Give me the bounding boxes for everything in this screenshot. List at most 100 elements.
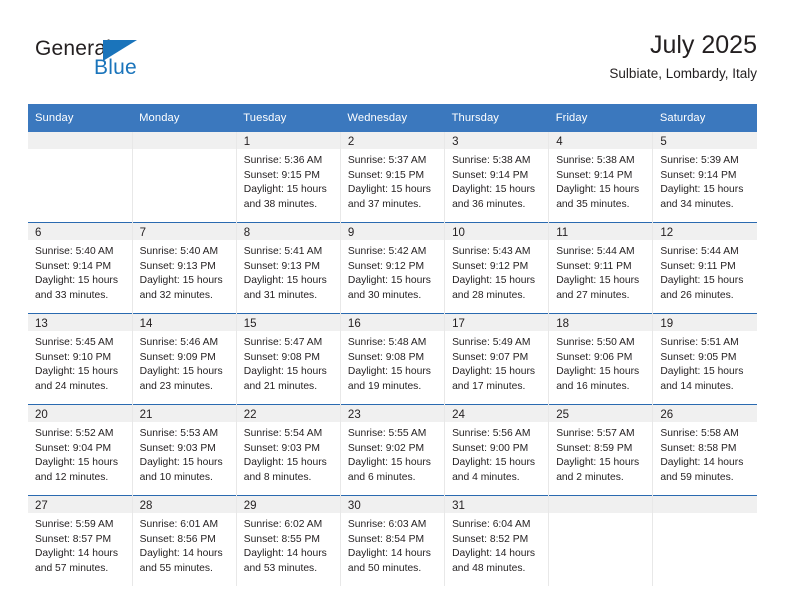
day-number: 29 xyxy=(236,496,340,513)
sunrise-text: Sunrise: 5:50 AM xyxy=(556,337,635,348)
sunset-text: Sunset: 9:02 PM xyxy=(347,442,425,454)
day-number: 25 xyxy=(549,405,653,422)
daylight-text: Daylight: 15 hours xyxy=(660,184,744,196)
daylight-text: Daylight: 15 hours xyxy=(556,275,640,287)
calendar-day-cell[interactable]: 15 Sunrise: 5:47 AM Sunset: 9:08 PM Dayligh… xyxy=(235,313,341,405)
day-number: 9 xyxy=(340,223,445,240)
day-number: 7 xyxy=(132,223,236,240)
sunset-text: Sunset: 8:58 PM xyxy=(660,442,737,454)
daylight-text: Daylight: 15 hours xyxy=(556,184,640,196)
sunrise-text: Sunrise: 6:03 AM xyxy=(347,519,427,530)
sunset-text: Sunset: 9:09 PM xyxy=(139,351,216,363)
calendar-day-cell[interactable]: 6 Sunrise: 5:40 AM Sunset: 9:14 PM Daylight… xyxy=(28,222,133,314)
calendar-day-cell[interactable]: 31 Sunrise: 6:04 AM Sunset: 8:52 PM Dayligh… xyxy=(444,495,550,586)
calendar-day-cell[interactable]: 28 Sunrise: 6:01 AM Sunset: 8:56 PM Dayligh… xyxy=(131,495,237,586)
calendar-day-cell[interactable]: 12 Sunrise: 5:44 AM Sunset: 9:11 PM Dayligh… xyxy=(652,222,757,314)
calendar-day-cell[interactable]: 11 Sunrise: 5:44 AM Sunset: 9:11 PM Dayligh… xyxy=(548,222,654,314)
calendar-day-cell[interactable]: 4 Sunrise: 5:38 AM Sunset: 9:14 PM Daylight… xyxy=(548,132,654,223)
day-number: 28 xyxy=(132,496,236,513)
daylight-text-cont: and 53 minutes. xyxy=(243,562,318,574)
calendar-day-cell[interactable]: 22 Sunrise: 5:54 AM Sunset: 9:03 PM Dayligh… xyxy=(235,404,341,496)
day-details: Sunrise: 5:50 AM Sunset: 9:06 PM Daylight:… xyxy=(549,331,652,394)
calendar-day-cell[interactable]: 24 Sunrise: 5:56 AM Sunset: 9:00 PM Dayligh… xyxy=(444,404,550,496)
calendar-week-row: 27 Sunrise: 5:59 AM Sunset: 8:57 PM Dayligh… xyxy=(28,495,757,586)
logo-word-blue: Blue xyxy=(94,56,137,79)
sunrise-text: Sunrise: 5:53 AM xyxy=(139,428,219,439)
calendar-day-cell[interactable]: 3 Sunrise: 5:38 AM Sunset: 9:14 PM Daylight… xyxy=(444,132,550,223)
day-number: 19 xyxy=(653,314,757,331)
calendar-day-cell[interactable]: 17 Sunrise: 5:49 AM Sunset: 9:07 PM Dayligh… xyxy=(444,313,550,405)
daylight-text-cont: and 2 minutes. xyxy=(556,471,624,483)
calendar-day-cell[interactable]: 19 Sunrise: 5:51 AM Sunset: 9:05 PM Dayligh… xyxy=(652,313,757,405)
calendar-day-cell[interactable]: 29 Sunrise: 6:02 AM Sunset: 8:55 PM Dayligh… xyxy=(235,495,341,586)
day-details: Sunrise: 6:03 AM Sunset: 8:54 PM Daylight:… xyxy=(341,513,444,576)
sunrise-text: Sunrise: 5:57 AM xyxy=(556,428,635,439)
general-blue-logo[interactable]: General Blue xyxy=(35,38,235,88)
daylight-text: Daylight: 14 hours xyxy=(243,548,327,560)
sunset-text: Sunset: 9:07 PM xyxy=(452,351,529,363)
sunrise-text: Sunrise: 5:47 AM xyxy=(243,337,323,348)
daylight-text: Daylight: 15 hours xyxy=(452,366,536,378)
sunrise-text: Sunrise: 5:51 AM xyxy=(660,337,739,348)
daylight-text-cont: and 16 minutes. xyxy=(556,380,630,392)
sunrise-text: Sunrise: 5:42 AM xyxy=(347,246,427,257)
daylight-text-cont: and 27 minutes. xyxy=(556,289,630,301)
daylight-text: Daylight: 15 hours xyxy=(347,366,431,378)
daylight-text-cont: and 55 minutes. xyxy=(139,562,213,574)
day-details: Sunrise: 5:51 AM Sunset: 9:05 PM Daylight:… xyxy=(653,331,757,394)
calendar-day-cell[interactable]: 16 Sunrise: 5:48 AM Sunset: 9:08 PM Dayligh… xyxy=(339,313,446,405)
daylight-text-cont: and 38 minutes. xyxy=(243,198,318,210)
calendar-day-cell[interactable]: 13 Sunrise: 5:45 AM Sunset: 9:10 PM Dayligh… xyxy=(28,313,133,405)
daylight-text: Daylight: 15 hours xyxy=(556,366,640,378)
calendar-day-cell[interactable]: 21 Sunrise: 5:53 AM Sunset: 9:03 PM Dayligh… xyxy=(131,404,237,496)
calendar-day-cell[interactable]: 1 Sunrise: 5:36 AM Sunset: 9:15 PM Daylight… xyxy=(235,132,341,223)
daylight-text-cont: and 31 minutes. xyxy=(243,289,318,301)
daylight-text: Daylight: 14 hours xyxy=(452,548,536,560)
day-number: 31 xyxy=(445,496,549,513)
calendar-day-cell[interactable]: 25 Sunrise: 5:57 AM Sunset: 8:59 PM Dayligh… xyxy=(548,404,654,496)
daylight-text-cont: and 6 minutes. xyxy=(347,471,416,483)
daylight-text: Daylight: 15 hours xyxy=(35,366,118,378)
sunrise-text: Sunrise: 5:55 AM xyxy=(347,428,427,439)
calendar-day-cell[interactable]: 20 Sunrise: 5:52 AM Sunset: 9:04 PM Dayligh… xyxy=(28,404,133,496)
weekday-header-monday: Monday xyxy=(132,104,237,132)
calendar-day-cell[interactable]: 27 Sunrise: 5:59 AM Sunset: 8:57 PM Dayligh… xyxy=(28,495,133,586)
day-number: 21 xyxy=(132,405,236,422)
calendar-day-cell[interactable]: 5 Sunrise: 5:39 AM Sunset: 9:14 PM Daylight… xyxy=(652,132,757,223)
calendar-day-cell[interactable]: 18 Sunrise: 5:50 AM Sunset: 9:06 PM Dayligh… xyxy=(548,313,654,405)
page-subtitle: Sulbiate, Lombardy, Italy xyxy=(609,66,757,81)
page-header: General Blue July 2025 Sulbiate, Lombard… xyxy=(35,30,757,92)
daylight-text-cont: and 12 minutes. xyxy=(35,471,109,483)
day-details: Sunrise: 5:44 AM Sunset: 9:11 PM Daylight:… xyxy=(549,240,652,303)
sunset-text: Sunset: 9:14 PM xyxy=(452,169,529,181)
calendar-day-cell[interactable]: 30 Sunrise: 6:03 AM Sunset: 8:54 PM Dayligh… xyxy=(339,495,446,586)
calendar-day-cell[interactable]: 8 Sunrise: 5:41 AM Sunset: 9:13 PM Daylight… xyxy=(235,222,341,314)
sunrise-text: Sunrise: 5:44 AM xyxy=(660,246,739,257)
sunrise-text: Sunrise: 5:58 AM xyxy=(660,428,739,439)
calendar-week-row: 20 Sunrise: 5:52 AM Sunset: 9:04 PM Dayligh… xyxy=(28,404,757,496)
sunrise-text: Sunrise: 5:38 AM xyxy=(556,155,635,166)
calendar-week-row: 13 Sunrise: 5:45 AM Sunset: 9:10 PM Dayligh… xyxy=(28,313,757,405)
calendar-day-cell[interactable]: 10 Sunrise: 5:43 AM Sunset: 9:12 PM Dayligh… xyxy=(444,222,550,314)
day-number: 17 xyxy=(445,314,549,331)
daylight-text: Daylight: 14 hours xyxy=(660,457,744,469)
calendar-day-cell[interactable]: 9 Sunrise: 5:42 AM Sunset: 9:12 PM Daylight… xyxy=(339,222,446,314)
calendar-day-cell[interactable]: 23 Sunrise: 5:55 AM Sunset: 9:02 PM Dayligh… xyxy=(339,404,446,496)
calendar-day-cell[interactable]: 14 Sunrise: 5:46 AM Sunset: 9:09 PM Dayligh… xyxy=(131,313,237,405)
calendar-day-cell-empty xyxy=(548,495,654,586)
daylight-text-cont: and 8 minutes. xyxy=(243,471,312,483)
daylight-text: Daylight: 15 hours xyxy=(556,457,640,469)
daylight-text-cont: and 19 minutes. xyxy=(347,380,422,392)
sunset-text: Sunset: 9:14 PM xyxy=(556,169,633,181)
daylight-text: Daylight: 15 hours xyxy=(452,457,536,469)
day-details: Sunrise: 6:04 AM Sunset: 8:52 PM Daylight:… xyxy=(445,513,548,576)
sunrise-text: Sunrise: 5:54 AM xyxy=(243,428,323,439)
sunset-text: Sunset: 9:03 PM xyxy=(139,442,216,454)
day-number: 22 xyxy=(236,405,340,422)
calendar-day-cell[interactable]: 26 Sunrise: 5:58 AM Sunset: 8:58 PM Dayligh… xyxy=(652,404,757,496)
calendar-day-cell[interactable]: 2 Sunrise: 5:37 AM Sunset: 9:15 PM Daylight… xyxy=(339,132,446,223)
daylight-text: Daylight: 15 hours xyxy=(243,184,327,196)
day-number: 10 xyxy=(445,223,549,240)
calendar-day-cell[interactable]: 7 Sunrise: 5:40 AM Sunset: 9:13 PM Daylight… xyxy=(131,222,237,314)
daylight-text: Daylight: 15 hours xyxy=(139,457,223,469)
